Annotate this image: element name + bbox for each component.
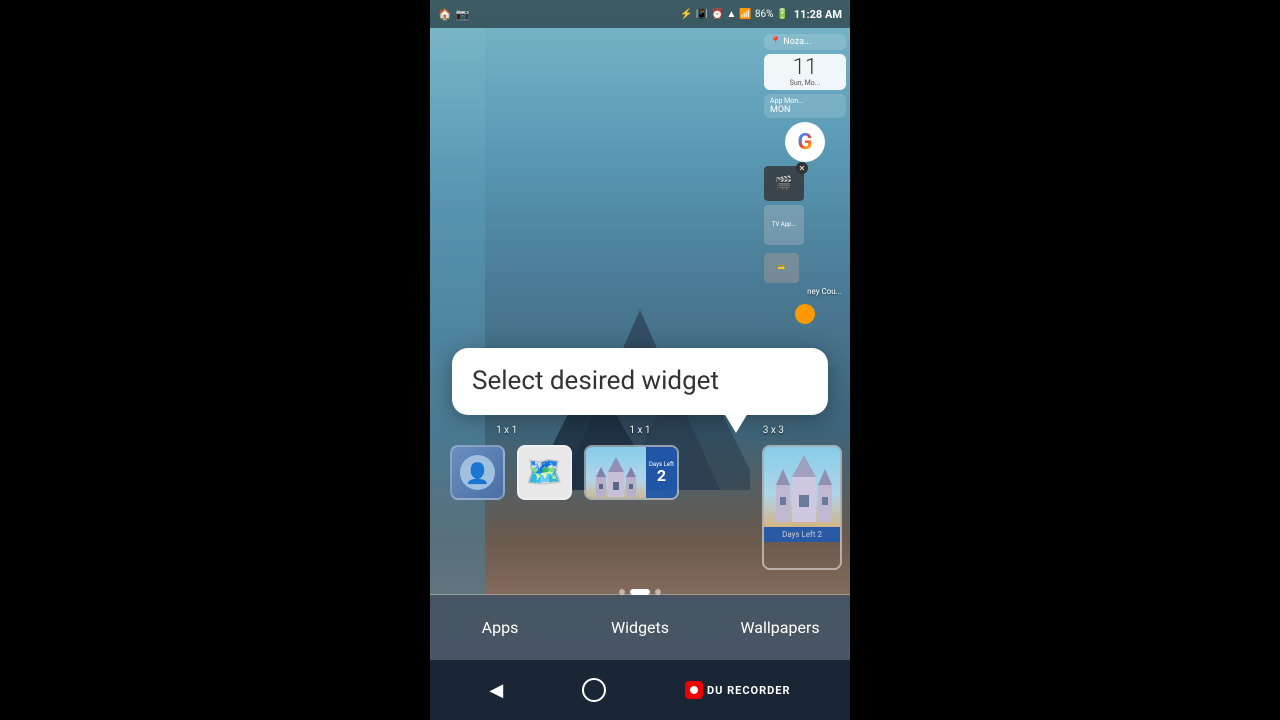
tooltip-tail: [724, 413, 748, 433]
widget-calendar: 11 Sun, Mo...: [764, 54, 846, 90]
widget-chromebook-cards: 💳: [764, 253, 846, 283]
widget-thumb-maps[interactable]: 🗺️: [517, 445, 572, 500]
battery-icon: 🔋: [776, 9, 788, 20]
nav-recorder: DU RECORDER: [685, 681, 791, 699]
nav-bar: ◀ DU RECORDER: [430, 660, 850, 720]
status-bar: 🏠 📷 ⚡ 📳 ⏰ ▲ 📶 86% 🔋 11:28 AM: [430, 0, 850, 28]
nav-back-button[interactable]: ◀: [489, 680, 503, 701]
calendar-date: 11: [767, 57, 843, 79]
widget-close-icon[interactable]: ✕: [796, 162, 808, 174]
disney-castle-large: [764, 447, 840, 527]
battery-percent: 86%: [755, 9, 774, 20]
tooltip-text: Select desired widget: [472, 366, 719, 396]
vibrate-icon: 📳: [696, 9, 708, 20]
tab-widgets[interactable]: Widgets: [570, 595, 710, 660]
widget-chromebook-card: 💳: [764, 253, 799, 283]
tooltip-bubble: Select desired widget: [452, 348, 828, 415]
widget-orange-dot: [795, 304, 815, 324]
left-panel: [430, 28, 485, 595]
camera-icon: 📷: [456, 8, 470, 21]
widget-size-label-2: 1 x 1: [612, 425, 667, 436]
disney-large-info: Days Left 2: [764, 527, 840, 542]
widget-small-1[interactable]: 🎬 ✕: [764, 166, 804, 201]
notification-icon: 🏠: [438, 8, 452, 21]
widget-size-label-1: 1 x 1: [479, 425, 534, 436]
recorder-icon: [685, 681, 703, 699]
widget-google[interactable]: G: [785, 122, 825, 162]
tab-wallpapers[interactable]: Wallpapers: [710, 595, 850, 660]
nav-home-button[interactable]: [582, 678, 606, 702]
tab-apps[interactable]: Apps: [430, 595, 570, 660]
rec-dot: [690, 686, 698, 694]
calendar-day: Sun, Mo...: [767, 79, 843, 87]
bluetooth-icon: ⚡: [680, 9, 692, 20]
status-icons-right: ⚡ 📳 ⏰ ▲ 📶 86% 🔋 11:28 AM: [680, 8, 842, 21]
widget-chromebook: TV App...: [764, 205, 804, 245]
disney-info-box: Days Left 2: [646, 447, 677, 498]
contact-avatar-icon: 👤: [460, 455, 495, 490]
status-icons-left: 🏠 📷: [438, 8, 469, 21]
disney-castle-small: [586, 447, 646, 500]
status-time: 11:28 AM: [794, 8, 842, 21]
widget-size-label-3: 3 x 3: [746, 425, 801, 436]
widget-location: 📍 Noza...: [764, 34, 846, 50]
widget-thumb-disney-small[interactable]: Days Left 2: [584, 445, 679, 500]
signal-icon: 📶: [739, 9, 751, 20]
google-g-letter: G: [798, 130, 813, 155]
widget-thumb-disney-large[interactable]: Days Left 2: [762, 445, 842, 570]
widget-thumb-contacts[interactable]: 👤: [450, 445, 505, 500]
widget-honey-county: ney Cou...: [764, 287, 846, 296]
alarm-icon: ⏰: [711, 9, 723, 20]
widget-small-group: 🎬 ✕: [764, 166, 846, 201]
location-pin-icon: 📍: [770, 37, 781, 47]
bottom-tabs: Apps Widgets Wallpapers: [430, 595, 850, 660]
recorder-label: DU RECORDER: [707, 684, 791, 697]
maps-icon: 🗺️: [526, 455, 563, 490]
widget-app-monitor: App Mon... MON: [764, 94, 846, 118]
wifi-icon: ▲: [726, 9, 736, 20]
right-panel: 📍 Noza... 11 Sun, Mo... App Mon... MON G…: [760, 28, 850, 334]
